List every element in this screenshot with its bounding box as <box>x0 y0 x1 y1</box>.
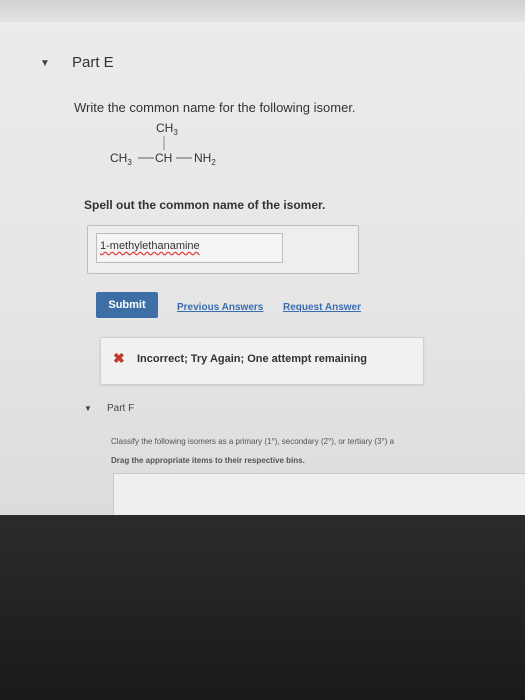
question-text: Write the common name for the following … <box>74 100 356 115</box>
part-e-title[interactable]: Part E <box>72 54 114 71</box>
feedback-text: Incorrect; Try Again; One attempt remain… <box>137 353 368 365</box>
request-answer-link[interactable]: Request Answer <box>283 302 361 313</box>
molecule-left-group: CH3 <box>110 151 132 167</box>
instruction-text: Spell out the common name of the isomer. <box>84 198 326 212</box>
drag-instruction: Drag the appropriate items to their resp… <box>111 456 305 465</box>
previous-answers-link[interactable]: Previous Answers <box>177 302 263 313</box>
submit-button[interactable]: Submit <box>96 292 158 318</box>
monitor-bezel <box>0 515 525 700</box>
molecule-center-group: CH <box>155 151 172 165</box>
drop-bin[interactable] <box>113 473 525 520</box>
part-f-title[interactable]: Part F <box>107 403 134 414</box>
answer-input[interactable]: 1-methylethanamine <box>96 233 283 263</box>
molecule-right-group: NH2 <box>194 151 216 167</box>
chevron-down-icon[interactable]: ▼ <box>84 404 92 413</box>
answer-box: 1-methylethanamine <box>87 225 359 274</box>
x-mark-icon: ✖ <box>113 350 125 366</box>
feedback-box: ✖ Incorrect; Try Again; One attempt rema… <box>100 337 424 385</box>
isomer-structure: CH3 CH3 CH NH2 <box>110 121 216 167</box>
screen: ▼ Part E Write the common name for the f… <box>0 0 525 520</box>
molecule-top-group: CH3 <box>156 121 178 137</box>
top-strip <box>0 0 525 22</box>
chevron-down-icon[interactable]: ▼ <box>40 58 50 69</box>
classify-text: Classify the following isomers as a prim… <box>111 437 395 446</box>
